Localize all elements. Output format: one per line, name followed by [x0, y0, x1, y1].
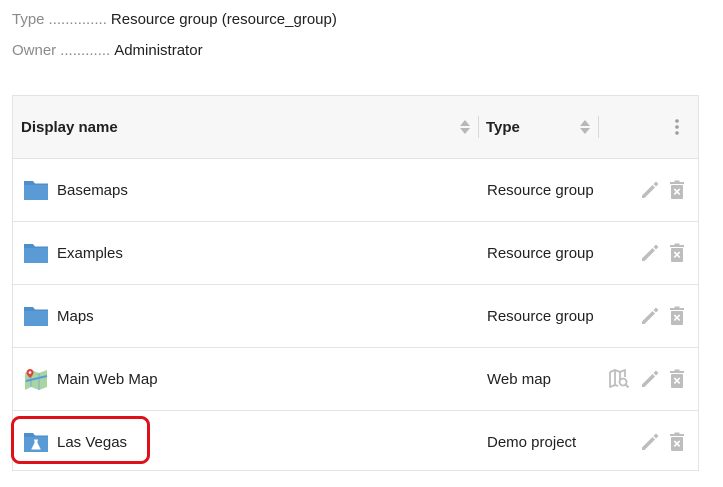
resource-type: Resource group — [487, 307, 594, 325]
webmap-icon — [25, 369, 48, 390]
delete-icon[interactable] — [666, 305, 688, 327]
delete-icon[interactable] — [666, 368, 688, 390]
owner-row: Owner............ Administrator — [12, 42, 203, 60]
edit-icon[interactable] — [639, 431, 661, 453]
table-row[interactable]: Main Web Map Web map — [13, 348, 698, 411]
edit-icon[interactable] — [639, 305, 661, 327]
folder-icon — [24, 307, 48, 326]
type-row: Type.............. Resource group (resour… — [12, 11, 337, 29]
column-menu-icon[interactable] — [672, 118, 682, 136]
edit-icon[interactable] — [639, 242, 661, 264]
resource-name-link[interactable]: Basemaps — [57, 159, 128, 221]
table-row[interactable]: Maps Resource group — [13, 285, 698, 348]
table-row[interactable]: Las Vegas Demo project — [13, 411, 698, 472]
edit-icon[interactable] — [639, 368, 661, 390]
folder-icon — [24, 181, 48, 200]
resource-type: Resource group — [487, 181, 594, 199]
resource-name-link[interactable]: Main Web Map — [57, 348, 158, 410]
table-header: Display name Type — [13, 96, 698, 159]
resource-type: Web map — [487, 370, 551, 388]
map-preview-icon[interactable] — [608, 368, 630, 390]
type-dots: .............. — [48, 11, 107, 28]
table-row[interactable]: Basemaps Resource group — [13, 159, 698, 222]
delete-icon[interactable] — [666, 242, 688, 264]
table-row[interactable]: Examples Resource group — [13, 222, 698, 285]
resource-type: Demo project — [487, 433, 577, 451]
delete-icon[interactable] — [666, 431, 688, 453]
type-label: Type — [12, 11, 45, 28]
column-header-display-name[interactable]: Display name — [21, 96, 478, 158]
owner-dots: ............ — [60, 42, 111, 59]
resource-name-link[interactable]: Maps — [57, 285, 94, 347]
resource-type: Resource group — [487, 244, 594, 262]
resource-name-link[interactable]: Examples — [57, 222, 123, 284]
edit-icon[interactable] — [639, 179, 661, 201]
demo-project-folder-icon — [24, 433, 48, 452]
folder-icon — [24, 244, 48, 263]
column-separator — [478, 116, 479, 138]
sort-icon[interactable] — [579, 119, 591, 135]
column-separator — [598, 116, 599, 138]
children-table: Display name Type Basemaps Resource grou… — [12, 95, 699, 471]
delete-icon[interactable] — [666, 179, 688, 201]
type-value: Resource group (resource_group) — [110, 11, 337, 28]
owner-value: Administrator — [114, 42, 203, 59]
owner-label: Owner — [12, 42, 57, 59]
sort-icon[interactable] — [459, 119, 471, 135]
resource-name-link[interactable]: Las Vegas — [57, 411, 127, 473]
